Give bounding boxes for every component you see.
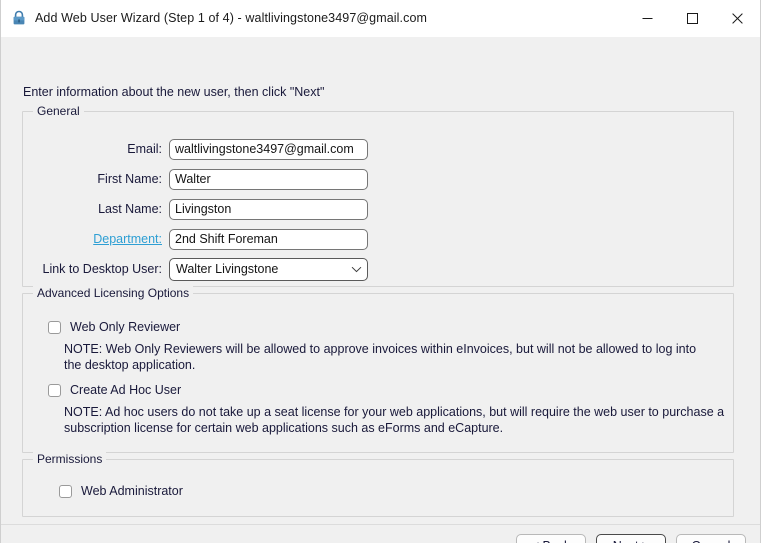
general-group-label: General (33, 104, 84, 118)
web-administrator-checkbox[interactable] (59, 484, 72, 498)
field-row-link-to-desktop-user: Link to Desktop User: Walter Livingstone (23, 257, 733, 281)
window-title: Add Web User Wizard (Step 1 of 4) - walt… (35, 11, 428, 25)
licensing-group-label: Advanced Licensing Options (33, 286, 194, 300)
field-row-last-name: Last Name: (23, 198, 733, 220)
web-only-reviewer-label: Web Only Reviewer (70, 320, 181, 334)
permissions-group: Permissions Web Administrator (22, 452, 734, 517)
add-web-user-wizard-window: Add Web User Wizard (Step 1 of 4) - walt… (0, 0, 761, 543)
department-input[interactable] (169, 228, 368, 250)
cancel-button[interactable]: Cancel (676, 534, 746, 543)
create-ad-hoc-user-row[interactable]: Create Ad Hoc User (48, 383, 181, 397)
last-name-input[interactable] (169, 198, 368, 220)
close-button[interactable] (715, 0, 760, 36)
permissions-group-label: Permissions (33, 452, 107, 466)
web-administrator-row[interactable]: Web Administrator (59, 484, 183, 498)
email-input[interactable] (169, 138, 368, 160)
last-name-label: Last Name: (98, 202, 162, 216)
chevron-down-icon (345, 266, 367, 273)
field-row-first-name: First Name: (23, 168, 733, 190)
link-to-desktop-user-select[interactable]: Walter Livingstone (169, 257, 368, 281)
field-row-department: Department: (23, 228, 733, 250)
general-group: General Email: First Name: Last Name: De… (22, 104, 734, 287)
web-only-reviewer-checkbox[interactable] (48, 320, 61, 334)
lock-icon (13, 10, 25, 25)
footer-separator (1, 524, 760, 525)
window-controls (625, 0, 760, 36)
web-administrator-label: Web Administrator (81, 484, 183, 498)
minimize-button[interactable] (625, 0, 670, 36)
title-bar: Add Web User Wizard (Step 1 of 4) - walt… (1, 0, 760, 37)
link-to-desktop-user-label: Link to Desktop User: (42, 262, 163, 276)
department-link[interactable]: Department: (23, 232, 162, 246)
maximize-button[interactable] (670, 0, 715, 36)
instruction-text: Enter information about the new user, th… (23, 85, 325, 99)
first-name-input[interactable] (169, 168, 368, 190)
back-button[interactable]: < Back (516, 534, 586, 543)
next-button[interactable]: Next > (596, 534, 666, 543)
minimize-icon (642, 17, 653, 19)
create-ad-hoc-user-label: Create Ad Hoc User (70, 383, 182, 397)
web-only-reviewer-row[interactable]: Web Only Reviewer (48, 320, 180, 334)
field-row-email: Email: (23, 138, 733, 160)
dialog-body: Enter information about the new user, th… (1, 37, 760, 543)
email-label: Email: (127, 142, 162, 156)
link-to-desktop-user-value: Walter Livingstone (176, 262, 279, 276)
maximize-icon (687, 12, 698, 24)
web-only-reviewer-note: NOTE: Web Only Reviewers will be allowed… (64, 342, 697, 372)
advanced-licensing-options-group: Advanced Licensing Options Web Only Revi… (22, 286, 734, 453)
create-ad-hoc-user-note: NOTE: Ad hoc users do not take up a seat… (64, 405, 725, 435)
create-ad-hoc-user-checkbox[interactable] (48, 383, 61, 397)
first-name-label: First Name: (97, 172, 162, 186)
close-icon (732, 12, 743, 24)
wizard-button-bar: < Back Next > Cancel (516, 534, 746, 543)
